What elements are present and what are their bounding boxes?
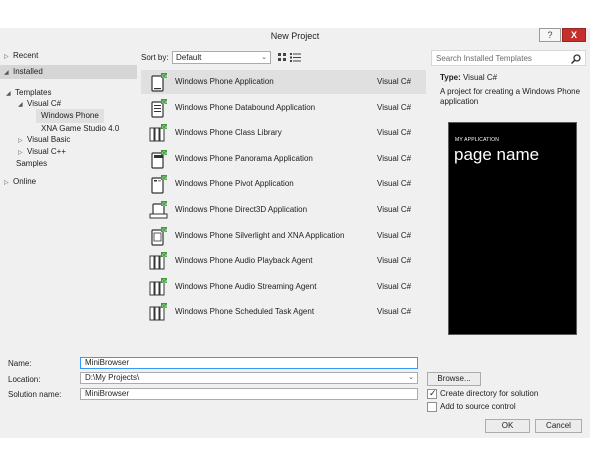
name-field[interactable]: MiniBrowser <box>80 357 418 369</box>
preview-page-title: page name <box>454 145 540 164</box>
collapse-arrow-icon: ◢ <box>4 70 9 76</box>
template-row[interactable]: C# Windows Phone Panorama Application Vi… <box>141 147 426 171</box>
template-row[interactable]: C# Windows Phone Pivot Application Visua… <box>141 172 426 196</box>
preview-app-title: MY APPLICATION <box>455 137 500 143</box>
template-row[interactable]: C# Windows Phone Audio Playback Agent Vi… <box>141 249 426 273</box>
template-row[interactable]: C# Windows Phone Silverlight and XNA App… <box>141 224 426 248</box>
silverlight-xna-icon: C# <box>151 226 168 246</box>
template-row[interactable]: C# Windows Phone Audio Streaming Agent V… <box>141 275 426 299</box>
title-bar: New Project ? X <box>0 28 590 45</box>
template-row[interactable]: C# Windows Phone Databound Application V… <box>141 96 426 120</box>
template-row[interactable]: C# Windows Phone Direct3D Application Vi… <box>141 198 426 222</box>
search-placeholder: Search Installed Templates <box>436 54 532 63</box>
name-label: Name: <box>8 359 32 368</box>
phone-databound-icon: C# <box>151 98 168 118</box>
search-input[interactable]: Search Installed Templates <box>431 50 586 66</box>
create-directory-checkbox[interactable]: ✓ <box>427 388 437 399</box>
audio-playback-agent-icon: C# <box>149 252 168 270</box>
svg-text:C#: C# <box>162 99 168 104</box>
ok-button[interactable]: OK <box>485 419 530 433</box>
add-source-control-checkbox[interactable] <box>427 402 437 412</box>
cancel-button[interactable]: Cancel <box>535 419 582 433</box>
tree-item-installed[interactable]: ◢ Installed <box>0 65 137 79</box>
template-list: C# Windows Phone Application Visual C# C… <box>141 70 426 350</box>
template-description: A project for creating a Windows Phone a… <box>440 87 581 106</box>
chevron-down-icon[interactable]: ⌄ <box>408 373 414 383</box>
template-row[interactable]: C# Windows Phone Scheduled Task Agent Vi… <box>141 300 426 324</box>
solution-name-label: Solution name: <box>8 390 62 399</box>
svg-text:C#: C# <box>162 304 168 309</box>
list-view-icon[interactable] <box>290 52 301 63</box>
scheduled-task-agent-icon: C# <box>149 303 168 321</box>
collapse-arrow-icon: ◢ <box>18 102 23 108</box>
sort-label: Sort by: <box>141 53 169 62</box>
window-title: New Project <box>270 31 320 41</box>
search-icon[interactable] <box>570 53 582 65</box>
svg-text:C#: C# <box>162 201 168 206</box>
svg-text:C#: C# <box>162 73 168 78</box>
svg-text:C#: C# <box>162 176 168 181</box>
template-preview: MY APPLICATION page name <box>448 122 577 335</box>
sort-dropdown[interactable]: Default ⌄ <box>172 51 271 64</box>
sort-bar: Sort by: Default ⌄ <box>141 51 431 65</box>
direct3d-icon: C# <box>149 201 168 219</box>
expand-arrow-icon: ▷ <box>4 54 9 60</box>
browse-button[interactable]: Browse... <box>427 372 481 386</box>
tree-item-recent[interactable]: ▷ Recent <box>4 49 38 63</box>
template-row[interactable]: C# Windows Phone Application Visual C# <box>141 70 426 94</box>
template-row[interactable]: C# Windows Phone Class Library Visual C# <box>141 121 426 145</box>
class-library-icon: C# <box>149 124 168 142</box>
checkmark-icon: ✓ <box>429 388 437 398</box>
close-button[interactable]: X <box>562 28 586 42</box>
svg-text:C#: C# <box>162 278 168 283</box>
phone-app-icon: C# <box>151 73 168 92</box>
expand-arrow-icon: ▷ <box>4 180 9 186</box>
svg-text:C#: C# <box>162 125 168 130</box>
medium-icons-view-icon[interactable] <box>277 52 288 63</box>
collapse-arrow-icon: ◢ <box>6 91 11 97</box>
phone-panorama-icon: C# <box>151 149 168 169</box>
svg-text:C#: C# <box>162 150 168 155</box>
svg-text:C#: C# <box>162 253 168 258</box>
template-tree: ▷ Recent ◢ Installed ◢ Templates ◢ Visual C#… <box>0 47 137 347</box>
new-project-dialog: New Project ? X ▷ Recent ◢ Installed ◢ Temp… <box>0 28 590 438</box>
solution-name-field[interactable]: MiniBrowser <box>80 388 418 400</box>
phone-pivot-icon: C# <box>151 175 168 194</box>
svg-text:C#: C# <box>162 227 168 232</box>
location-label: Location: <box>8 375 41 384</box>
tree-item-samples[interactable]: Samples <box>16 157 47 171</box>
help-button[interactable]: ? <box>539 28 561 42</box>
create-directory-label: Create directory for solution <box>440 389 539 398</box>
template-type: Type: Visual C# <box>440 73 498 82</box>
tree-item-windows-phone[interactable]: Windows Phone <box>36 109 104 123</box>
chevron-down-icon: ⌄ <box>261 54 267 61</box>
audio-streaming-agent-icon: C# <box>149 277 168 296</box>
tree-item-online[interactable]: ▷ Online <box>4 175 36 189</box>
add-source-control-label: Add to source control <box>440 402 516 411</box>
location-field[interactable]: D:\My Projects\ ⌄ <box>80 372 418 384</box>
